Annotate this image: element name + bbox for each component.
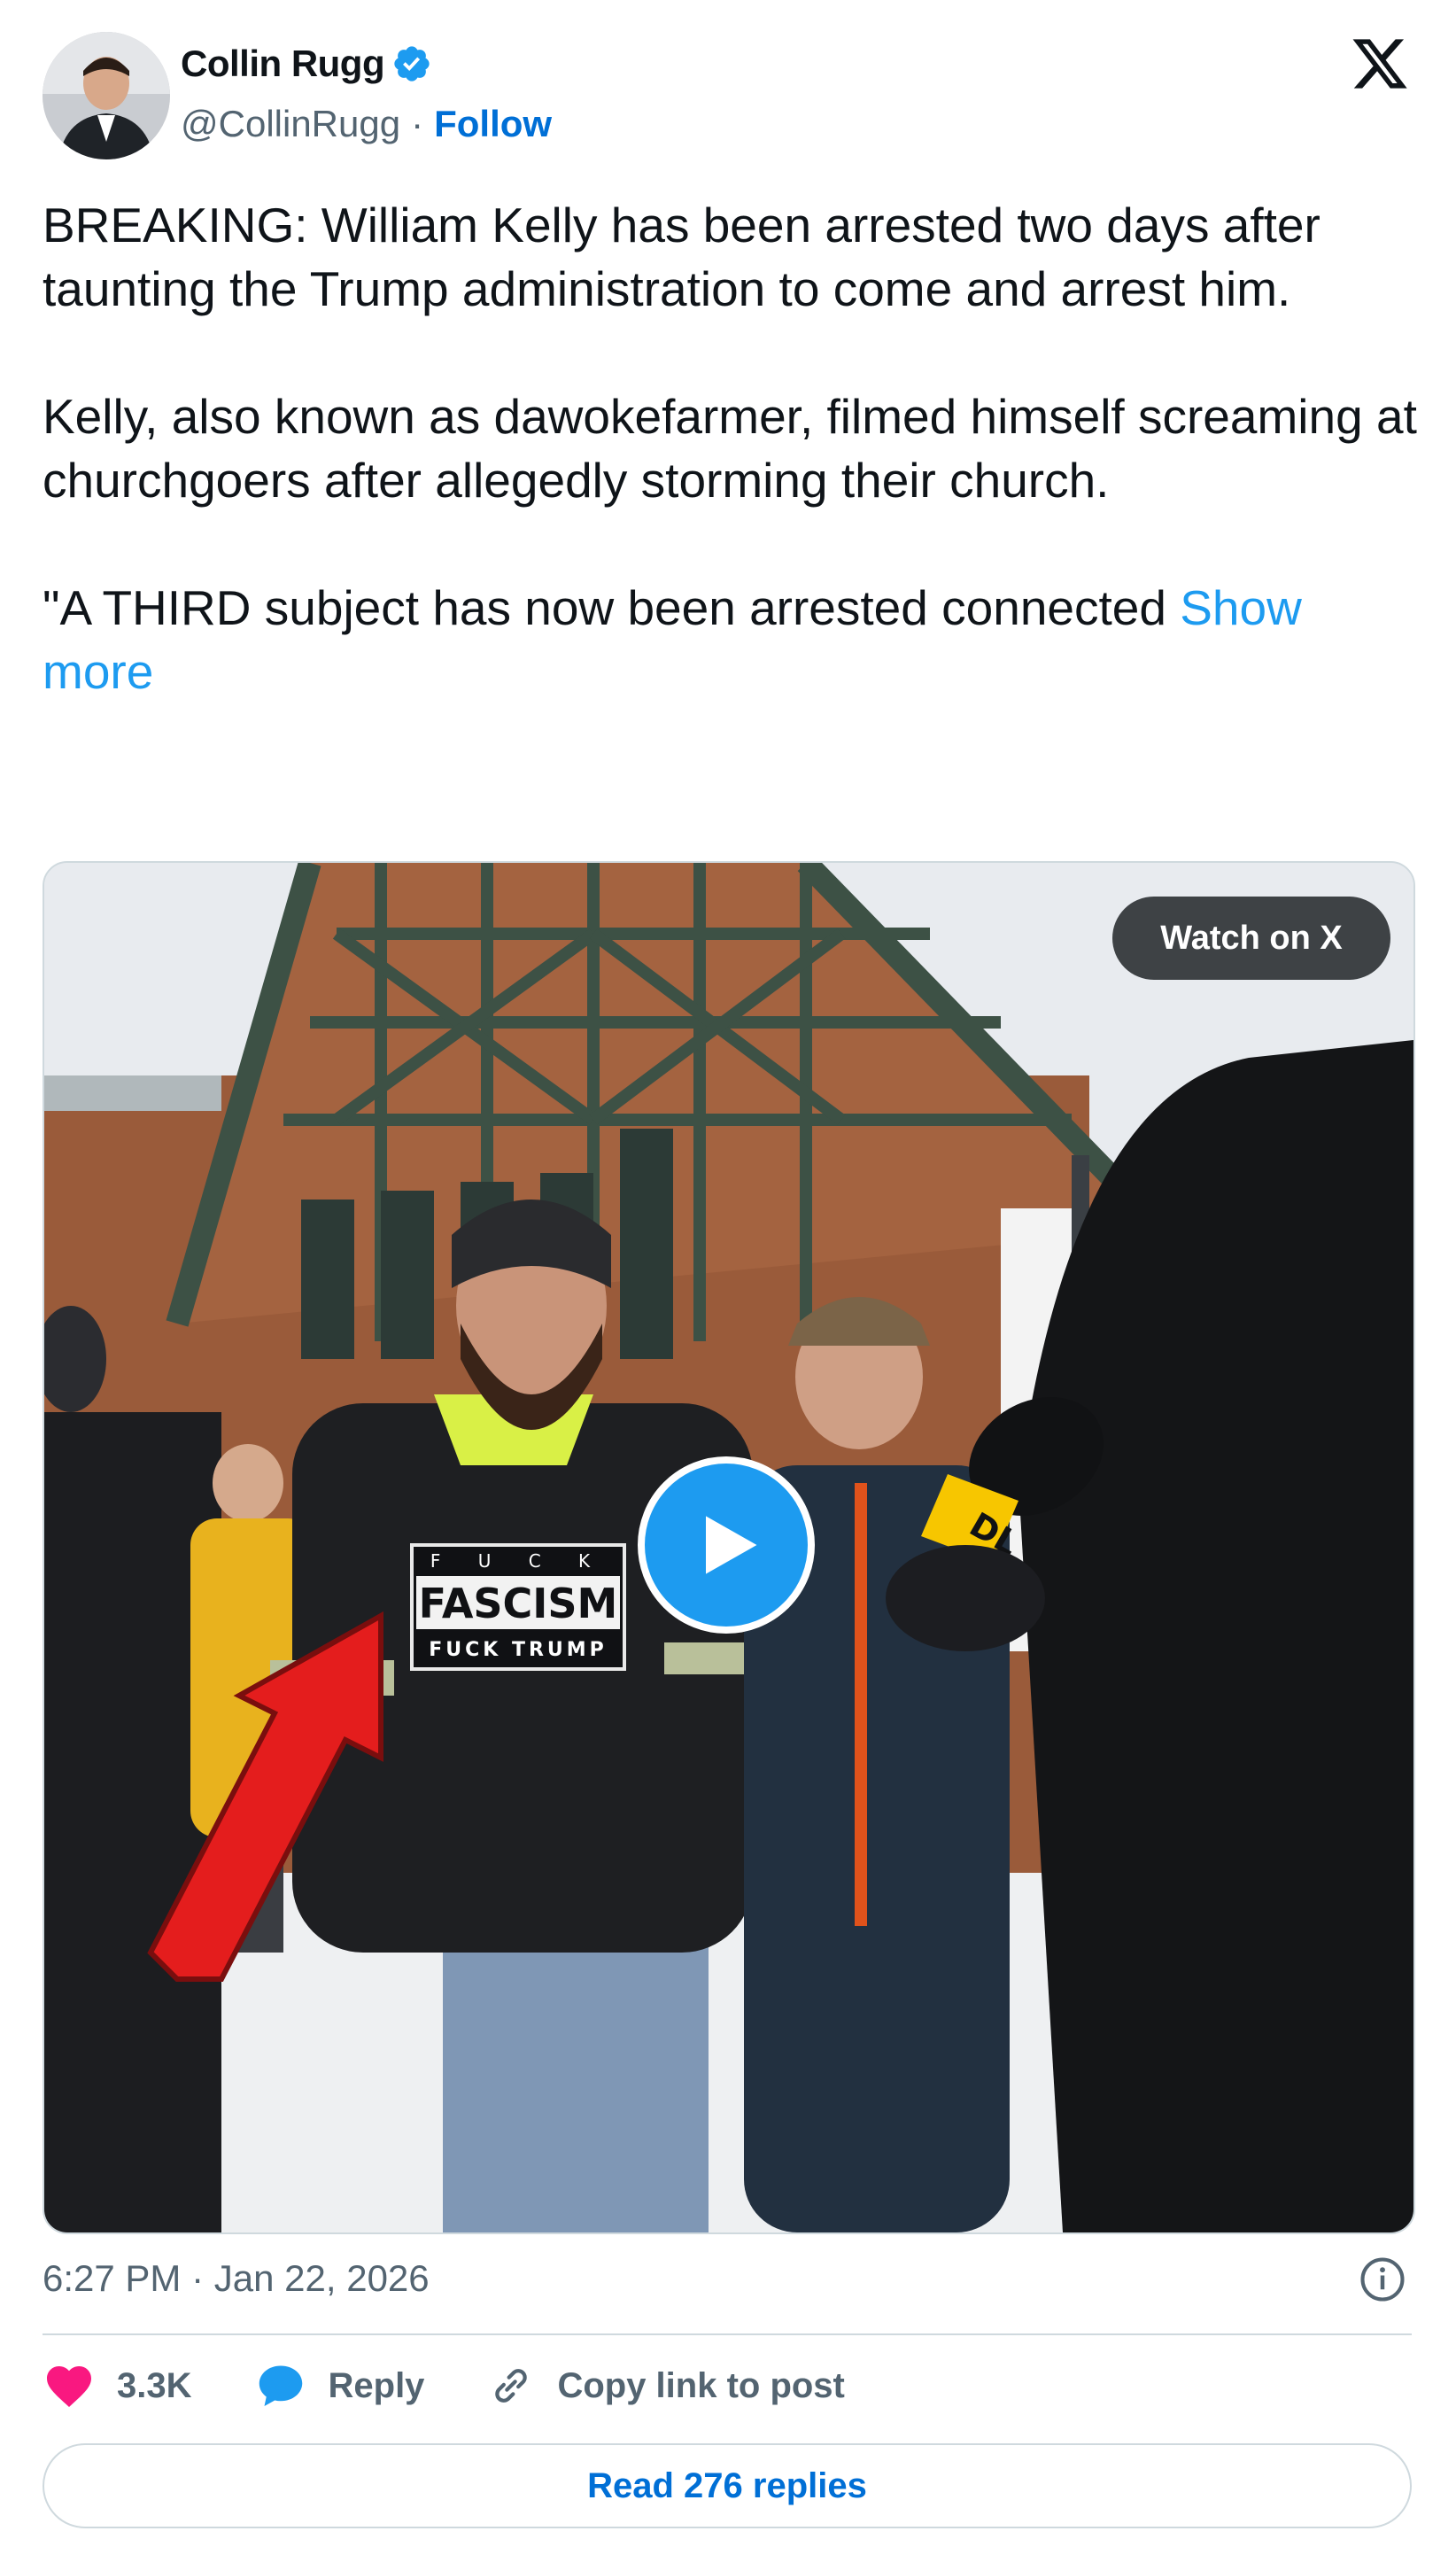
verified-badge-icon [394,46,430,82]
reply-button[interactable]: Reply [254,2359,425,2412]
watch-on-x-button[interactable]: Watch on X [1112,897,1390,980]
heart-icon [47,2366,91,2407]
handle-separator: · [411,103,424,144]
info-icon[interactable] [1359,2256,1406,2303]
author-name-text: Collin Rugg [181,43,385,84]
reply-label: Reply [328,2365,425,2405]
x-logo-icon[interactable] [1350,34,1410,94]
tweet-paragraph-1: BREAKING: William Kelly has been arreste… [43,198,1320,316]
read-replies-button[interactable]: Read 276 replies [43,2443,1412,2528]
follow-button[interactable]: Follow [434,103,552,145]
timestamp-time: 6:27 PM [43,2257,182,2299]
avatar[interactable] [43,32,170,159]
shirt-text-main: FASCISM [419,1580,618,1627]
divider [43,2333,1412,2335]
author-handle-row: @CollinRugg · Follow [181,103,552,145]
timestamp[interactable]: 6:27 PM · Jan 22, 2026 [43,2257,430,2300]
tweet-paragraph-2: Kelly, also known as dawokefarmer, filme… [43,389,1417,508]
timestamp-date: Jan 22, 2026 [213,2257,430,2299]
play-icon [706,1516,757,1574]
copy-link-label: Copy link to post [557,2365,845,2405]
copy-link-button[interactable]: Copy link to post [486,2361,845,2411]
tweet-text: BREAKING: William Kelly has been arreste… [43,193,1424,703]
like-button[interactable]: 3.3K [43,2359,192,2412]
tweet-paragraph-3-text: "A THIRD subject has now been arrested c… [43,580,1166,635]
reply-bubble-icon [259,2365,302,2406]
link-icon [495,2369,528,2403]
tweet-card: Collin Rugg @CollinRugg · Follow BREAKIN… [0,0,1456,2570]
action-bar: 3.3K Reply Copy link to post [43,2353,907,2419]
timestamp-separator: · [191,2257,205,2299]
shirt-text-top: F U C K [430,1550,606,1572]
like-count: 3.3K [117,2365,192,2405]
avatar-image [43,32,170,159]
shirt-text-bottom: FUCK TRUMP [429,1639,608,1661]
author-name[interactable]: Collin Rugg [181,43,432,85]
tweet-paragraph-3: "A THIRD subject has now been arrested c… [43,576,1424,703]
author-handle[interactable]: @CollinRugg [181,103,400,145]
play-button[interactable] [638,1456,815,1634]
